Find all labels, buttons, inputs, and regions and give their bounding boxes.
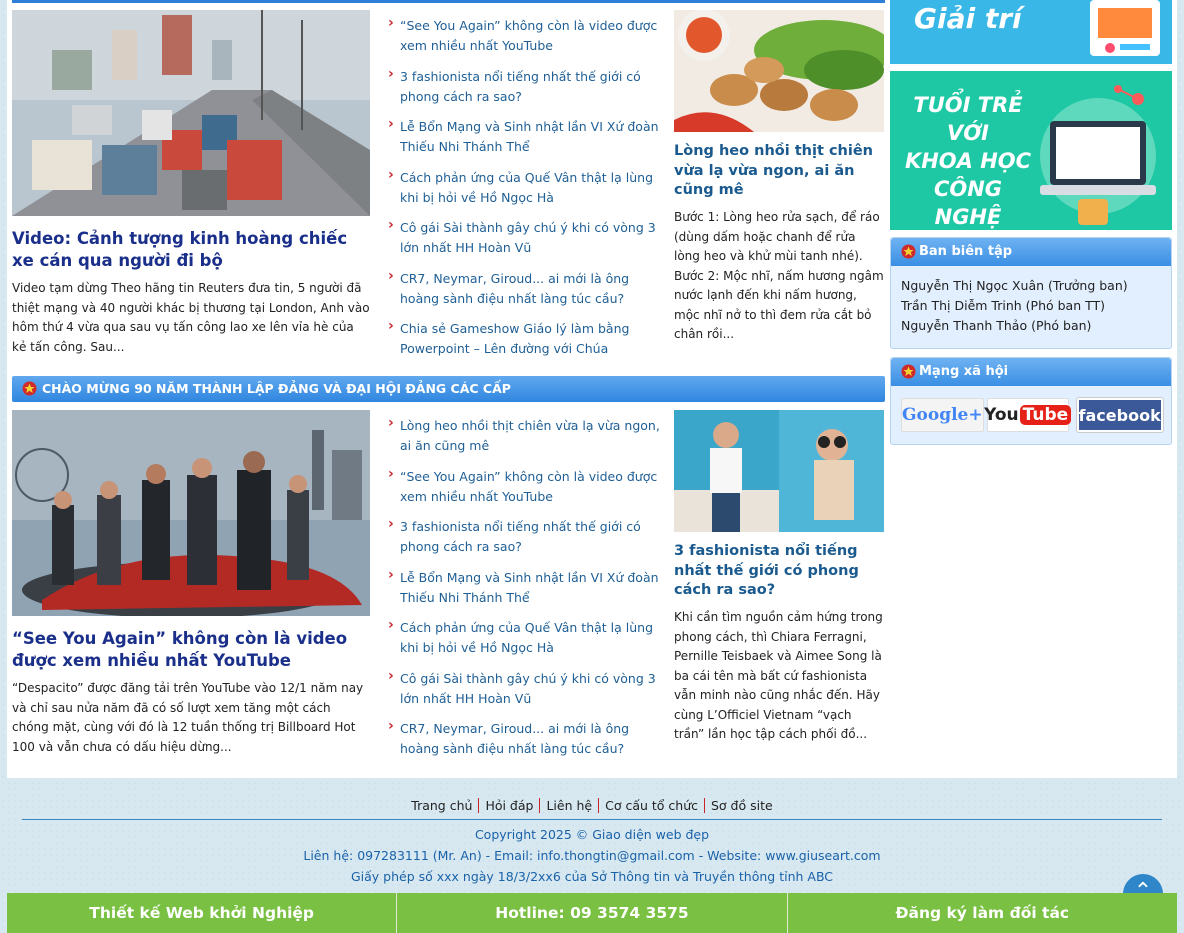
featured-desc: “Despacito” được đăng tải trên YouTube v… xyxy=(12,681,364,754)
featured-title[interactable]: Video: Cảnh tượng kinh hoàng chiếc xe cá… xyxy=(12,228,370,272)
list-item[interactable]: Chia sẻ Gameshow Giáo lý làm bằng Powerp… xyxy=(388,316,663,359)
list-item[interactable]: 3 fashionista nổi tiếng nhất thế giới có… xyxy=(388,64,663,107)
license-info: Giấy phép số xxx ngày 18/3/2xx6 của Sở T… xyxy=(350,869,834,884)
featured-desc: Video tạm dừng Theo hãng tin Reuters đưa… xyxy=(12,281,370,354)
facebook-button[interactable]: facebook xyxy=(1075,397,1164,433)
list-item: Nguyễn Thanh Thảo (Phó ban) xyxy=(901,318,1092,333)
featured-image-movie[interactable] xyxy=(12,410,370,616)
featured-title[interactable]: “See You Again” không còn là video được … xyxy=(12,628,370,672)
banner-title: Giải trí xyxy=(914,2,1022,35)
editors-header: Ban biên tập xyxy=(891,238,1171,266)
list-item[interactable]: Lễ Bổn Mạng và Sinh nhật lần VI Xứ đoàn … xyxy=(388,565,663,608)
list-item[interactable]: Lòng heo nhồi thịt chiên vừa lạ vừa ngon… xyxy=(388,413,663,456)
list-item[interactable]: Cách phản ứng của Quế Vân thật lạ lùng k… xyxy=(388,615,663,658)
list-item[interactable]: Cô gái Sài thành gây chú ý khi có vòng 3… xyxy=(388,666,663,709)
youth-badge-icon xyxy=(901,244,916,259)
social-widget: Mạng xã hội Google+ You Tube facebook xyxy=(890,357,1172,445)
side-desc: Bước 1: Lòng heo rửa sạch, để ráo (dùng … xyxy=(674,210,884,341)
editors-widget: Ban biên tập Nguyễn Thị Ngọc Xuân (Trưởn… xyxy=(890,237,1172,349)
cta-web-design[interactable]: Thiết kế Web khởi Nghiệp xyxy=(7,893,398,933)
category-header[interactable]: CHÀO MỪNG 90 NĂM THÀNH LẬP ĐẢNG VÀ ĐẠI H… xyxy=(12,376,885,402)
banner-giai-tri[interactable]: Giải trí xyxy=(890,0,1172,64)
social-header: Mạng xã hội xyxy=(891,358,1171,386)
side-desc: Khi cần tìm nguồn cảm hứng trong phong c… xyxy=(674,610,883,741)
youtube-button[interactable]: You Tube xyxy=(984,398,1072,432)
cta-hotline[interactable]: Hotline: 09 3574 3575 xyxy=(397,893,788,933)
bottom-cta-bar: Thiết kế Web khởi Nghiệp Hotline: 09 357… xyxy=(7,893,1177,933)
related-links: “See You Again” không còn là video được … xyxy=(388,13,663,370)
google-plus-button[interactable]: Google+ xyxy=(901,398,984,432)
list-item[interactable]: Lễ Bổn Mạng và Sinh nhật lần VI Xứ đoàn … xyxy=(388,114,663,157)
cta-partner[interactable]: Đăng ký làm đối tác xyxy=(787,893,1177,933)
editors-list: Nguyễn Thị Ngọc Xuân (Trưởng ban) Trần T… xyxy=(891,266,1171,346)
list-item[interactable]: Cách phản ứng của Quế Vân thật lạ lùng k… xyxy=(388,165,663,208)
list-item[interactable]: CR7, Neymar, Giroud... ai mới là ông hoà… xyxy=(388,266,663,309)
news-section-1: Video: Cảnh tượng kinh hoàng chiếc xe cá… xyxy=(12,0,885,370)
social-links: Google+ You Tube facebook xyxy=(891,386,1171,444)
footer-nav: Trang chủ Hỏi đáp Liên hệ Cơ cấu tổ chức Sơ … xyxy=(0,798,1184,813)
side-image-fashion[interactable] xyxy=(674,410,884,532)
list-item[interactable]: CR7, Neymar, Giroud... ai mới là ông hoà… xyxy=(388,716,663,759)
youth-badge-icon xyxy=(901,364,916,379)
related-links: Lòng heo nhồi thịt chiên vừa lạ vừa ngon… xyxy=(388,413,663,770)
list-item[interactable]: “See You Again” không còn là video được … xyxy=(388,464,663,507)
list-item[interactable]: Cô gái Sài thành gây chú ý khi có vòng 3… xyxy=(388,215,663,258)
list-item[interactable]: 3 fashionista nổi tiếng nhất thế giới có… xyxy=(388,514,663,557)
list-item: Nguyễn Thị Ngọc Xuân (Trưởng ban) xyxy=(901,278,1128,293)
news-section-2: “See You Again” không còn là video được … xyxy=(12,400,885,778)
contact-info: Liên hệ: 097283111 (Mr. An) - Email: inf… xyxy=(303,848,881,863)
featured-image-traffic[interactable] xyxy=(12,10,370,216)
side-title[interactable]: Lòng heo nhồi thịt chiên vừa lạ vừa ngon… xyxy=(674,142,886,201)
side-title[interactable]: 3 fashionista nổi tiếng nhất thế giới có… xyxy=(674,542,886,601)
footer-link[interactable]: Liên hệ xyxy=(540,798,600,813)
footer-link[interactable]: Trang chủ xyxy=(405,798,480,813)
category-title: CHÀO MỪNG 90 NĂM THÀNH LẬP ĐẢNG VÀ ĐẠI H… xyxy=(42,381,511,396)
banner-science-text: TUỔI TRẺ VỚI KHOA HỌC CÔNG NGHỆ xyxy=(904,93,1032,229)
entertainment-icon xyxy=(1090,0,1160,56)
footer-link[interactable]: Sơ đồ site xyxy=(705,798,779,813)
footer-divider xyxy=(22,819,1162,820)
youth-badge-icon xyxy=(22,381,37,396)
side-image-food[interactable] xyxy=(674,10,884,132)
footer-link[interactable]: Cơ cấu tổ chức xyxy=(599,798,705,813)
copyright: Copyright 2025 © Giao diện web đẹp xyxy=(474,827,710,842)
laptop-icon xyxy=(1040,85,1156,225)
footer-link[interactable]: Hỏi đáp xyxy=(479,798,541,813)
banner-khoa-hoc[interactable]: TUỔI TRẺ VỚI KHOA HỌC CÔNG NGHỆ xyxy=(890,71,1172,230)
list-item: Trần Thị Diễm Trinh (Phó ban TT) xyxy=(901,298,1106,313)
list-item[interactable]: “See You Again” không còn là video được … xyxy=(388,13,663,56)
